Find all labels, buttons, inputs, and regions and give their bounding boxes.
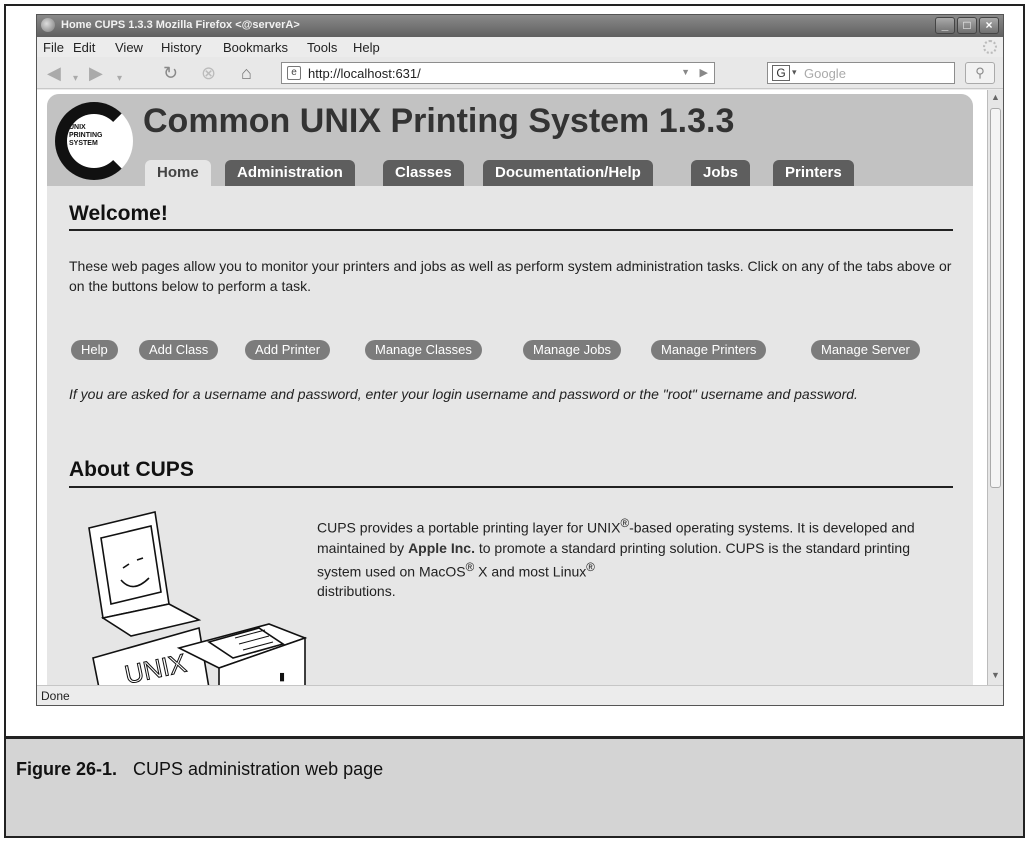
tab-administration[interactable]: Administration <box>225 160 355 186</box>
printer-badge: ▮ <box>279 671 285 683</box>
forward-arrow-icon[interactable]: ▶ <box>89 63 103 83</box>
title-bar: Home CUPS 1.3.3 Mozilla Firefox <@server… <box>37 15 1003 37</box>
search-icon[interactable]: ⚲ <box>965 62 995 84</box>
manage-jobs-button[interactable]: Manage Jobs <box>523 340 622 360</box>
tab-classes[interactable]: Classes <box>383 160 464 186</box>
search-engine-dropdown-icon[interactable]: ▾ <box>792 67 797 78</box>
cups-header: UNIX PRINTING SYSTEM Common UNIX Printing … <box>47 94 973 186</box>
help-button[interactable]: Help <box>71 340 118 360</box>
scroll-up-icon[interactable]: ▲ <box>990 92 1001 102</box>
logo-text: UNIX PRINTING SYSTEM <box>69 124 103 147</box>
scroll-down-icon[interactable]: ▼ <box>990 670 1001 680</box>
menu-view[interactable]: View <box>115 40 143 55</box>
about-text-1: CUPS provides a portable printing layer … <box>317 519 621 536</box>
site-favicon-icon: e <box>287 66 301 80</box>
navigation-toolbar: ◀ ▾ ▶ ▾ ↻ ⊗ ⌂ e http://localhost:631/ ▼ … <box>37 57 1003 89</box>
tab-documentation-help[interactable]: Documentation/Help <box>483 160 653 186</box>
menu-bookmarks[interactable]: Bookmarks <box>223 40 288 55</box>
search-bar[interactable]: G ▾ Google <box>767 62 955 84</box>
page-viewport: UNIX PRINTING SYSTEM Common UNIX Printing … <box>37 90 987 685</box>
stop-icon[interactable]: ⊗ <box>201 63 216 83</box>
manage-server-button[interactable]: Manage Server <box>811 340 920 360</box>
search-engine-icon[interactable]: G <box>772 65 790 81</box>
about-text-4: X and most Linux <box>474 563 587 580</box>
vertical-scrollbar[interactable]: ▲ ▼ <box>987 90 1003 685</box>
search-placeholder[interactable]: Google <box>804 66 846 81</box>
figure-caption: Figure 26-1. CUPS administration web page <box>6 739 1023 836</box>
about-divider <box>69 486 953 488</box>
caption-description: CUPS administration web page <box>133 759 384 779</box>
add-printer-button[interactable]: Add Printer <box>245 340 331 360</box>
tab-home[interactable]: Home <box>145 160 211 186</box>
home-icon[interactable]: ⌂ <box>241 63 252 83</box>
caption-text: Figure 26-1. CUPS administration web page <box>16 759 383 780</box>
status-text: Done <box>41 689 70 703</box>
back-dropdown-icon[interactable]: ▾ <box>73 69 78 89</box>
figure: Home CUPS 1.3.3 Mozilla Firefox <@server… <box>4 4 1025 838</box>
forward-dropdown-icon[interactable]: ▾ <box>117 69 122 89</box>
close-button[interactable]: × <box>979 17 999 34</box>
page-title: Common UNIX Printing System 1.3.3 <box>143 102 735 140</box>
manage-printers-button[interactable]: Manage Printers <box>651 340 767 360</box>
url-bar[interactable]: e http://localhost:631/ ▼ ▶ <box>281 62 715 84</box>
window-title: Home CUPS 1.3.3 Mozilla Firefox <@server… <box>61 19 300 31</box>
apple-link[interactable]: Apple Inc. <box>408 540 475 556</box>
menu-file[interactable]: File <box>43 40 64 55</box>
welcome-intro: These web pages allow you to monitor you… <box>69 258 952 294</box>
browser-window: Home CUPS 1.3.3 Mozilla Firefox <@server… <box>36 14 1004 706</box>
url-text[interactable]: http://localhost:631/ <box>308 66 421 81</box>
minimize-button[interactable]: _ <box>935 17 955 34</box>
about-heading: About CUPS <box>69 458 194 481</box>
registered-mark-macos: ® <box>465 560 475 574</box>
monitor-screen <box>100 525 162 605</box>
welcome-heading: Welcome! <box>69 202 168 225</box>
status-bar: Done <box>37 685 1003 705</box>
activity-throbber-icon <box>983 40 997 54</box>
manage-classes-button[interactable]: Manage Classes <box>365 340 482 360</box>
registered-mark: ® <box>620 517 630 530</box>
tab-jobs[interactable]: Jobs <box>691 160 751 186</box>
menu-help[interactable]: Help <box>353 40 380 55</box>
figure-number: Figure 26-1. <box>16 759 118 779</box>
reload-icon[interactable]: ↻ <box>163 63 178 83</box>
about-text: CUPS provides a portable printing layer … <box>317 514 957 601</box>
back-arrow-icon[interactable]: ◀ <box>47 63 61 83</box>
url-history-dropdown-icon[interactable]: ▼ <box>681 67 690 77</box>
go-arrow-icon[interactable]: ▶ <box>700 66 708 79</box>
about-text-5: distributions. <box>317 583 396 600</box>
scrollbar-thumb[interactable] <box>990 108 1001 488</box>
add-class-button[interactable]: Add Class <box>139 340 219 360</box>
menu-tools[interactable]: Tools <box>307 40 337 55</box>
tab-printers[interactable]: Printers <box>773 160 854 186</box>
maximize-button[interactable]: □ <box>957 17 977 34</box>
menu-history[interactable]: History <box>161 40 201 55</box>
login-note: If you are asked for a username and pass… <box>69 386 858 402</box>
cups-logo: UNIX PRINTING SYSTEM <box>55 102 133 180</box>
firefox-icon <box>41 18 55 32</box>
menu-bar: File Edit View History Bookmarks Tools H… <box>37 37 1003 57</box>
registered-mark-linux: ® <box>586 560 595 574</box>
welcome-divider <box>69 229 953 231</box>
menu-edit[interactable]: Edit <box>73 40 95 55</box>
cups-illustration: UNIX ▮ <box>88 511 308 685</box>
cups-page: UNIX PRINTING SYSTEM Common UNIX Printing … <box>47 94 973 685</box>
